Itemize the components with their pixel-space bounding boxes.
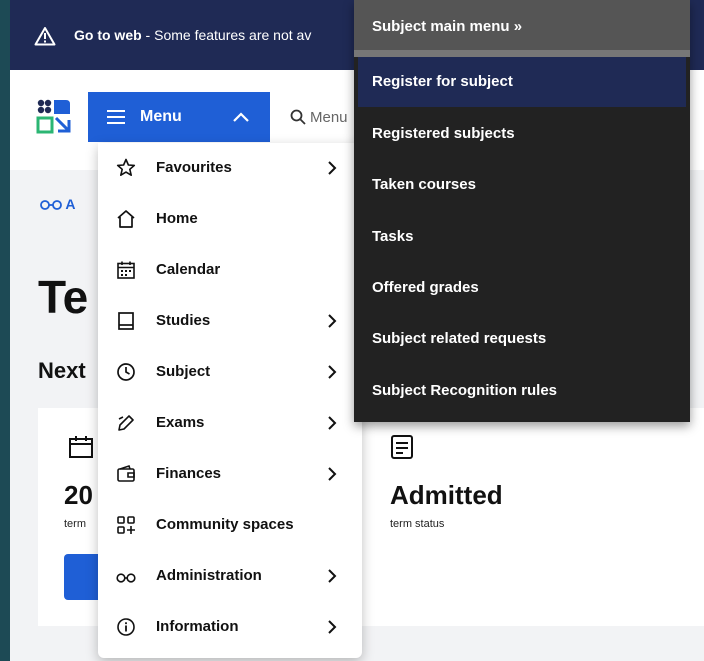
submenu-item-label: Register for subject (372, 73, 513, 90)
menu-item-administration[interactable]: Administration (98, 551, 362, 602)
chevron-right-icon (328, 569, 337, 583)
term-status-value: Admitted (390, 480, 503, 510)
submenu-item-label: Tasks (372, 228, 414, 245)
submenu-item-label: Subject Recognition rules (372, 382, 558, 399)
submenu-item-label: Registered subjects (372, 125, 515, 142)
breadcrumb[interactable]: A (40, 196, 76, 212)
term-value: 20 (64, 480, 93, 510)
menu-item-calendar[interactable]: Calendar (98, 245, 362, 296)
menu-item-information[interactable]: Information (98, 602, 362, 653)
menu-item-label: Home (156, 210, 198, 227)
subject-submenu: Subject main menu » Register for subject… (354, 0, 690, 422)
menu-item-subject[interactable]: Subject (98, 347, 362, 398)
chevron-up-icon (233, 112, 249, 122)
menu-item-label: Studies (156, 312, 211, 329)
grid-plus-icon (117, 516, 135, 534)
submenu-item-subject-recognition-rules[interactable]: Subject Recognition rules (354, 366, 690, 416)
menu-item-label: Information (156, 618, 239, 635)
page: Go to web - Some features are not av Men… (10, 0, 704, 661)
menu-button[interactable]: Menu (88, 92, 270, 142)
menu-item-label: Exams (156, 414, 205, 431)
menu-item-studies[interactable]: Studies (98, 296, 362, 347)
submenu-item-register-for-subject[interactable]: Register for subject (358, 57, 686, 107)
chevron-right-icon (328, 161, 337, 175)
submenu-item-taken-courses[interactable]: Taken courses (354, 160, 690, 210)
term-status-label: term status (390, 518, 445, 530)
menu-item-label: Subject (156, 363, 211, 380)
wallet-icon (117, 464, 135, 482)
warning-icon (34, 27, 56, 46)
hamburger-icon (107, 110, 125, 124)
info-icon (117, 618, 135, 636)
search-placeholder: Menu (310, 109, 348, 126)
page-title: Te (38, 271, 89, 323)
document-icon (391, 435, 413, 459)
section-heading: Next (38, 358, 86, 383)
submenu-item-label: Offered grades (372, 279, 479, 296)
breadcrumb-label: A (65, 196, 76, 212)
banner-text: Go to web - Some features are not av (74, 27, 311, 43)
submenu-divider (354, 50, 690, 57)
glasses-icon (40, 200, 62, 211)
submenu-header-label: Subject main menu » (372, 18, 523, 35)
menu-item-label: Administration (156, 567, 262, 584)
menu-item-community-spaces[interactable]: Community spaces (98, 500, 362, 551)
menu-item-label: Community spaces (156, 516, 294, 533)
submenu-item-registered-subjects[interactable]: Registered subjects (354, 109, 690, 159)
go-to-web-link[interactable]: Go to web (74, 27, 142, 43)
search-icon (290, 109, 306, 125)
menu-item-label: Finances (156, 465, 222, 482)
clock-icon (117, 363, 135, 381)
submenu-item-subject-related-requests[interactable]: Subject related requests (354, 314, 690, 364)
home-icon (117, 210, 135, 228)
calendar-icon (117, 261, 135, 279)
star-icon (116, 158, 136, 176)
menu-item-label: Calendar (156, 261, 221, 278)
chevron-right-icon (328, 416, 337, 430)
main-menu-dropdown: Favourites Home Calendar Studies Subject… (98, 143, 362, 658)
chevron-right-icon (328, 467, 337, 481)
chevron-right-icon (328, 620, 337, 634)
submenu-item-label: Subject related requests (372, 330, 547, 347)
glasses-icon (116, 573, 136, 583)
pencil-icon (118, 415, 134, 431)
calendar-icon (69, 436, 93, 458)
menu-item-label: Favourites (156, 159, 232, 176)
menu-item-finances[interactable]: Finances (98, 449, 362, 500)
menu-item-exams[interactable]: Exams (98, 398, 362, 449)
menu-button-label: Menu (140, 108, 182, 125)
banner-message: - Some features are not av (141, 27, 312, 43)
menu-item-favourites[interactable]: Favourites (98, 143, 362, 194)
app-logo-icon[interactable] (36, 98, 72, 134)
term-label: term (64, 518, 86, 530)
chevron-right-icon (328, 314, 337, 328)
submenu-header[interactable]: Subject main menu » (354, 0, 690, 50)
submenu-item-label: Taken courses (372, 176, 476, 193)
submenu-item-tasks[interactable]: Tasks (354, 212, 690, 262)
search-input[interactable]: Menu (282, 100, 362, 136)
chevron-right-icon (328, 365, 337, 379)
submenu-item-offered-grades[interactable]: Offered grades (354, 263, 690, 313)
book-icon (118, 312, 134, 330)
menu-item-home[interactable]: Home (98, 194, 362, 245)
